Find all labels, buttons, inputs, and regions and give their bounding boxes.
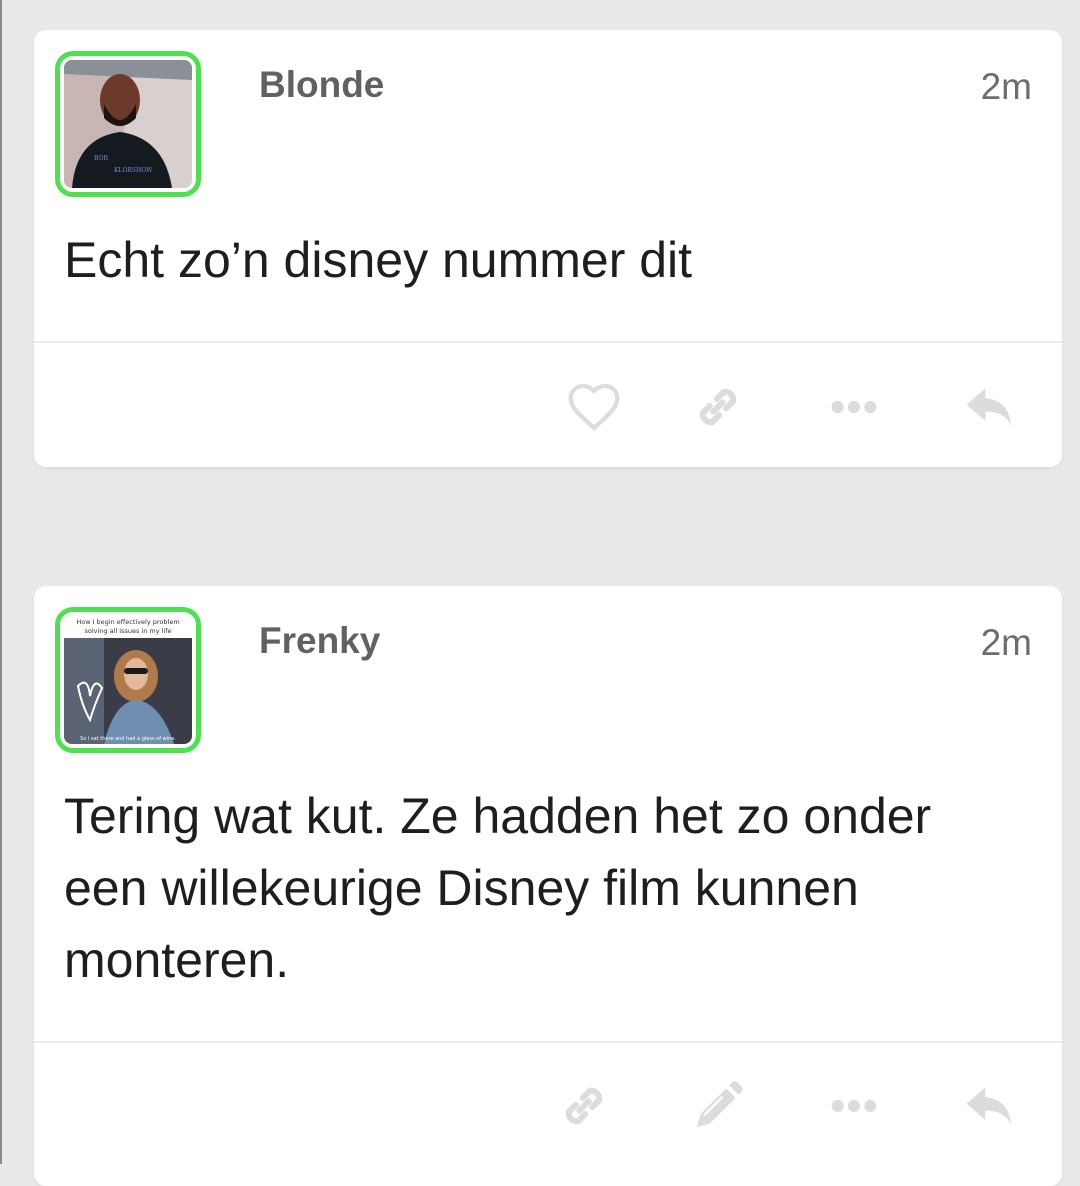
avatar-image: BOR KLORSHOW bbox=[64, 60, 192, 188]
svg-text:solving all issues in my life: solving all issues in my life bbox=[84, 627, 171, 635]
divider bbox=[34, 341, 1062, 343]
more-button[interactable] bbox=[822, 1074, 886, 1138]
post-text: Tering wat kut. Ze hadden het zo onder e… bbox=[64, 788, 932, 988]
more-button[interactable] bbox=[822, 375, 886, 439]
avatar-image: How I begin effectively problem solving … bbox=[64, 616, 192, 744]
reply-icon bbox=[966, 388, 1011, 426]
post-card: How I begin effectively problem solving … bbox=[34, 586, 1062, 1186]
username[interactable]: Blonde bbox=[259, 64, 384, 106]
avatar[interactable]: BOR KLORSHOW bbox=[55, 51, 201, 197]
more-icon bbox=[831, 400, 877, 414]
pencil-icon bbox=[697, 1081, 743, 1127]
username[interactable]: Frenky bbox=[259, 620, 380, 662]
like-button[interactable] bbox=[562, 375, 626, 439]
divider bbox=[34, 1041, 1062, 1043]
svg-text:KLORSHOW: KLORSHOW bbox=[114, 167, 153, 174]
edit-button[interactable] bbox=[686, 1074, 750, 1138]
reply-button[interactable] bbox=[958, 1074, 1022, 1138]
post-text: Echt zo’n disney nummer dit bbox=[64, 232, 693, 288]
link-button[interactable] bbox=[686, 375, 750, 439]
timestamp: 2m bbox=[980, 66, 1032, 107]
action-bar bbox=[34, 1054, 1062, 1154]
heart-icon bbox=[568, 383, 620, 431]
link-button[interactable] bbox=[552, 1074, 616, 1138]
reply-button[interactable] bbox=[958, 375, 1022, 439]
timestamp: 2m bbox=[980, 622, 1032, 663]
svg-text:How I begin effectively proble: How I begin effectively problem bbox=[76, 618, 179, 626]
window-edge bbox=[0, 0, 2, 1164]
svg-text:So I sat there and had a glass: So I sat there and had a glass of wine. bbox=[80, 736, 176, 742]
post-card: BOR KLORSHOW Blonde 2m Echt zo’n disney … bbox=[34, 30, 1062, 467]
avatar[interactable]: How I begin effectively problem solving … bbox=[55, 607, 201, 753]
link-icon bbox=[565, 1087, 603, 1125]
reply-icon bbox=[966, 1087, 1011, 1125]
action-bar bbox=[34, 355, 1062, 455]
svg-text:BOR: BOR bbox=[94, 155, 108, 162]
link-icon bbox=[699, 388, 737, 426]
more-icon bbox=[831, 1099, 877, 1113]
